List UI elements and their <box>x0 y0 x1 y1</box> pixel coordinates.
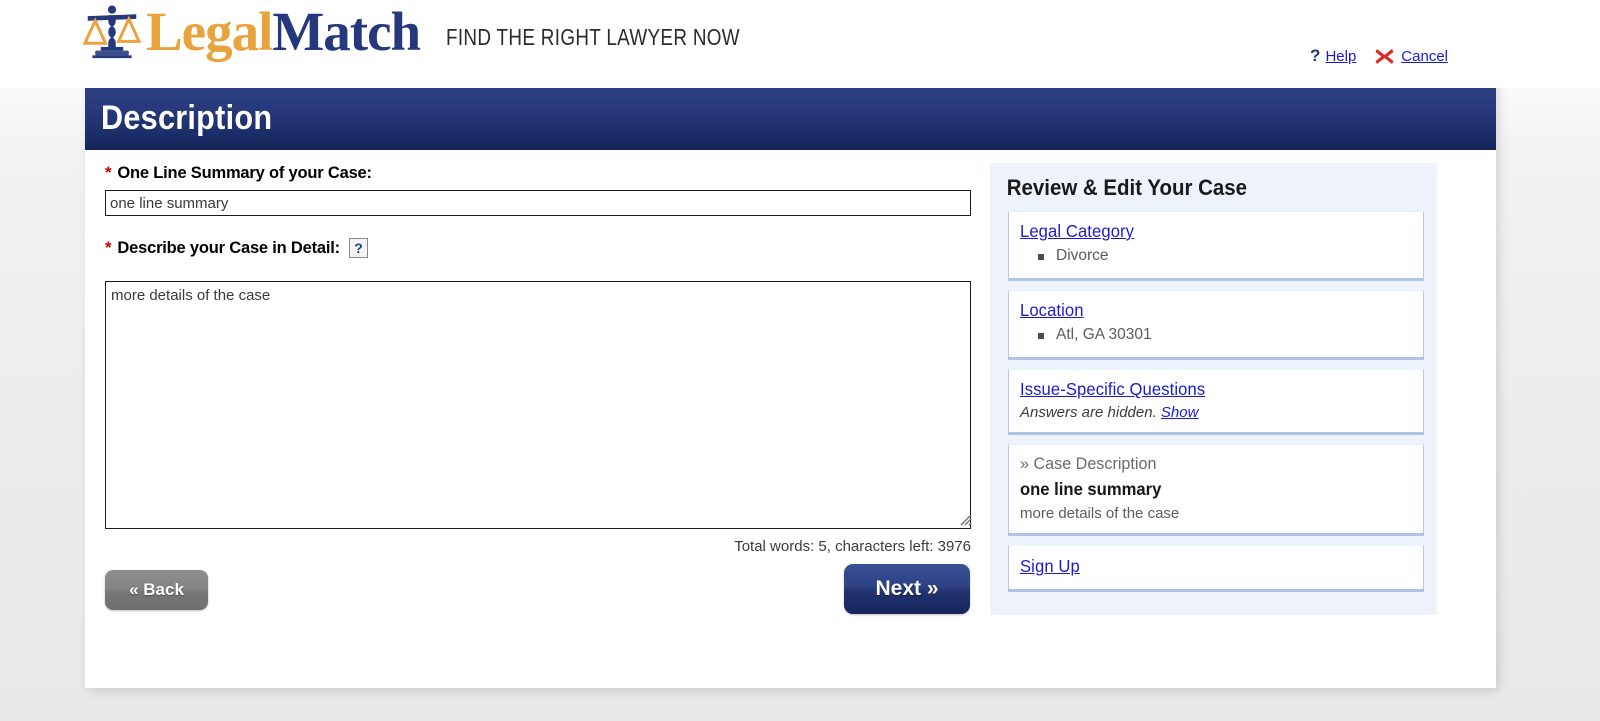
red-x-icon <box>1375 48 1394 64</box>
legal-category-values: Divorce <box>1020 246 1409 267</box>
detail-field-label: * Describe your Case in Detail: ? <box>105 238 975 258</box>
sidebar-card-issue-questions: Issue-Specific Questions Answers are hid… <box>1008 368 1424 435</box>
summary-label-text: One Line Summary of your Case: <box>117 163 372 182</box>
case-description-heading: » Case Description <box>1020 453 1157 473</box>
location-values: Atl, GA 30301 <box>1020 325 1409 346</box>
question-mark-help-icon[interactable]: ? <box>348 238 368 258</box>
sidebar-card-sign-up: Sign Up <box>1008 544 1424 592</box>
logo-text-legal: Legal <box>146 1 273 62</box>
case-description-detail: more details of the case <box>1020 504 1180 522</box>
site-header: LegalMatch FIND THE RIGHT LAWYER NOW ? H… <box>0 0 1600 88</box>
word-count-status: Total words: 5, characters left: 3976 <box>734 538 971 555</box>
location-link[interactable]: Location <box>1020 300 1084 321</box>
review-sidebar: Review & Edit Your Case Legal Category D… <box>990 163 1437 615</box>
sign-up-link[interactable]: Sign Up <box>1020 556 1080 577</box>
show-answers-link[interactable]: Show <box>1161 404 1199 421</box>
sidebar-card-location: Location Atl, GA 30301 <box>1008 289 1424 360</box>
sidebar-card-legal-category: Legal Category Divorce <box>1008 211 1424 281</box>
section-banner: Description <box>85 88 1496 150</box>
case-description-form: * One Line Summary of your Case: * Descr… <box>105 163 975 640</box>
list-item: Divorce <box>1038 246 1409 267</box>
form-actions: « Back Next » <box>105 564 971 640</box>
answers-hidden-text: Answers are hidden. <box>1020 403 1157 421</box>
brand-tagline: FIND THE RIGHT LAWYER NOW <box>446 23 741 50</box>
case-description-summary: one line summary <box>1020 478 1162 499</box>
help-link[interactable]: Help <box>1325 48 1356 65</box>
logo-wordmark: LegalMatch <box>146 1 421 62</box>
next-button[interactable]: Next » <box>844 564 970 614</box>
page-title: Description <box>101 99 273 137</box>
list-item: Atl, GA 30301 <box>1038 325 1409 346</box>
required-asterisk: * <box>105 238 112 257</box>
cancel-link[interactable]: Cancel <box>1401 48 1448 65</box>
detail-label-text: Describe your Case in Detail: <box>117 238 340 257</box>
required-asterisk: * <box>105 163 112 182</box>
help-question-icon: ? <box>1310 46 1321 65</box>
logo-text-match: Match <box>272 1 421 62</box>
site-logo[interactable]: LegalMatch FIND THE RIGHT LAWYER NOW <box>82 4 805 60</box>
sidebar-card-case-description: » Case Description one line summary more… <box>1008 443 1424 536</box>
issue-specific-questions-link[interactable]: Issue-Specific Questions <box>1020 379 1205 400</box>
detail-textarea-wrapper <box>105 281 975 529</box>
sidebar-title: Review & Edit Your Case <box>1006 175 1248 200</box>
answers-hidden-note: Answers are hidden. Show <box>1020 404 1409 421</box>
back-button[interactable]: « Back <box>105 570 208 610</box>
scales-of-justice-icon <box>82 5 142 59</box>
detail-textarea[interactable] <box>105 281 971 529</box>
top-utility-links: ? Help Cancel <box>1310 46 1448 66</box>
summary-field-label: * One Line Summary of your Case: <box>105 163 975 183</box>
legal-category-link[interactable]: Legal Category <box>1020 221 1134 242</box>
summary-input[interactable] <box>105 190 971 216</box>
